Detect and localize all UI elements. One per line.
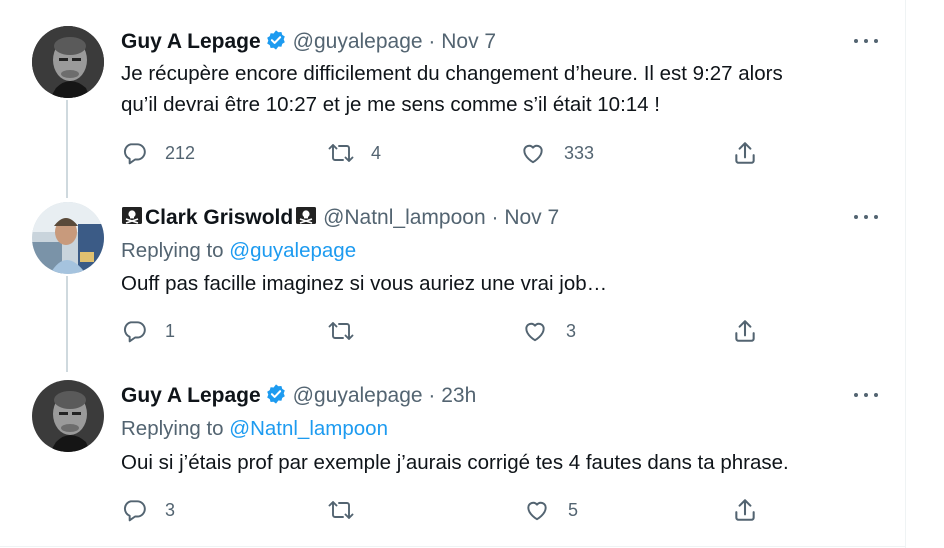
replying-to-link[interactable]: @guyalepage <box>229 239 356 262</box>
reply-button[interactable]: 3 <box>121 497 175 523</box>
replying-to: Replying to @guyalepage <box>121 238 356 264</box>
replying-prefix: Replying to <box>121 417 230 440</box>
avatar[interactable] <box>32 26 104 98</box>
separator-dot: · <box>491 206 499 229</box>
separator-dot: · <box>428 30 436 53</box>
retweet-count: 4 <box>371 142 382 163</box>
reply-count: 1 <box>165 320 176 341</box>
pirate-flag-icon <box>121 205 143 234</box>
tweet-text-line: qu’il devrai être 10:27 et je me sens co… <box>121 93 660 116</box>
retweet-button[interactable]: 4 <box>327 140 381 166</box>
timestamp[interactable]: Nov 7 <box>504 206 559 229</box>
heart-icon <box>524 497 550 523</box>
author-name[interactable]: Guy A Lepage <box>121 30 261 53</box>
pirate-flag-icon <box>295 205 317 234</box>
tweet-1[interactable]: Guy A Lepage @guyalepage · Nov 7 Je récup… <box>0 0 906 190</box>
tweet-text-line: Ouff pas facille imaginez si vous auriez… <box>121 272 608 295</box>
reply-count: 212 <box>165 142 196 163</box>
share-icon[interactable] <box>732 140 758 171</box>
verified-badge-icon <box>265 383 287 412</box>
like-button[interactable]: 333 <box>520 140 594 166</box>
replying-to-link[interactable]: @Natnl_lampoon <box>229 417 388 440</box>
tweet-2[interactable]: Clark Griswold @Natnl_lampoon · Nov 7 Re… <box>0 190 906 366</box>
reply-count: 3 <box>165 499 176 520</box>
more-icon[interactable] <box>852 385 880 405</box>
retweet-icon <box>327 497 355 523</box>
tweet-text-line: Oui si j’étais prof par exemple j’aurais… <box>121 451 789 474</box>
reply-button[interactable]: 1 <box>121 318 175 344</box>
retweet-button[interactable] <box>327 497 355 523</box>
verified-badge-icon <box>265 29 287 58</box>
divider <box>0 546 906 547</box>
tweet-3[interactable]: Guy A Lepage @guyalepage · 23h Replying t… <box>0 366 906 546</box>
more-icon[interactable] <box>852 207 880 227</box>
tweet-text-line: Je récupère encore difficilement du chan… <box>121 62 783 85</box>
replying-prefix: Replying to <box>121 239 230 262</box>
tweet-text: Je récupère encore difficilement du chan… <box>121 58 881 120</box>
tweet-text: Oui si j’étais prof par exemple j’aurais… <box>121 447 881 478</box>
like-button[interactable]: 5 <box>524 497 578 523</box>
author-handle[interactable]: @guyalepage <box>293 30 423 53</box>
author-handle[interactable]: @Natnl_lampoon <box>323 206 486 229</box>
separator-dot: · <box>428 384 436 407</box>
timestamp[interactable]: Nov 7 <box>441 30 496 53</box>
author-name[interactable]: Clark Griswold <box>121 206 317 229</box>
heart-icon <box>522 318 548 344</box>
heart-icon <box>520 140 546 166</box>
share-icon[interactable] <box>732 318 758 349</box>
like-count: 3 <box>566 320 577 341</box>
reply-icon <box>121 318 147 344</box>
reply-icon <box>121 497 147 523</box>
tweet-text: Ouff pas facille imaginez si vous auriez… <box>121 268 881 299</box>
tweet-header: Guy A Lepage @guyalepage · Nov 7 <box>121 29 496 58</box>
author-name-text: Clark Griswold <box>145 206 294 229</box>
author-handle[interactable]: @guyalepage <box>293 384 423 407</box>
replying-to: Replying to @Natnl_lampoon <box>121 416 388 442</box>
retweet-icon <box>327 140 355 166</box>
reply-button[interactable]: 212 <box>121 140 195 166</box>
like-button[interactable]: 3 <box>522 318 576 344</box>
tweet-header: Guy A Lepage @guyalepage · 23h <box>121 383 476 412</box>
timestamp[interactable]: 23h <box>441 384 476 407</box>
retweet-button[interactable] <box>327 318 355 344</box>
retweet-icon <box>327 318 355 344</box>
author-name[interactable]: Guy A Lepage <box>121 384 261 407</box>
more-icon[interactable] <box>852 31 880 51</box>
share-icon[interactable] <box>732 497 758 528</box>
like-count: 333 <box>564 142 595 163</box>
avatar[interactable] <box>32 380 104 452</box>
tweet-header: Clark Griswold @Natnl_lampoon · Nov 7 <box>121 205 559 234</box>
like-count: 5 <box>568 499 579 520</box>
avatar[interactable] <box>32 202 104 274</box>
reply-icon <box>121 140 147 166</box>
